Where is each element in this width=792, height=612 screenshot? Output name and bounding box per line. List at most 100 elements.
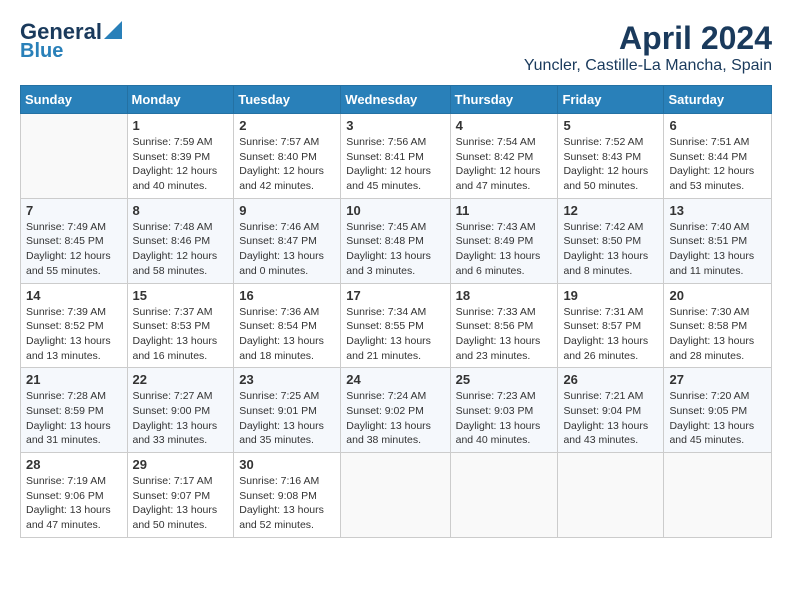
day-info: Sunrise: 7:34 AMSunset: 8:55 PMDaylight:… (346, 305, 444, 364)
day-info-line: Sunset: 8:57 PM (563, 320, 641, 332)
day-number: 13 (669, 203, 766, 218)
day-info-line: and 43 minutes. (563, 434, 638, 446)
day-info: Sunrise: 7:21 AMSunset: 9:04 PMDaylight:… (563, 389, 658, 448)
title-block: April 2024 Yuncler, Castille-La Mancha, … (524, 20, 772, 75)
calendar-day-cell: 7Sunrise: 7:49 AMSunset: 8:45 PMDaylight… (21, 198, 128, 283)
day-info-line: Sunrise: 7:33 AM (456, 306, 536, 318)
calendar-day-cell: 16Sunrise: 7:36 AMSunset: 8:54 PMDayligh… (234, 283, 341, 368)
day-info-line: and 40 minutes. (456, 434, 531, 446)
day-number: 24 (346, 372, 444, 387)
day-info-line: Sunrise: 7:28 AM (26, 390, 106, 402)
day-info-line: Sunrise: 7:43 AM (456, 221, 536, 233)
day-info-line: Daylight: 12 hours (133, 165, 218, 177)
day-info-line: and 28 minutes. (669, 350, 744, 362)
day-info-line: Sunrise: 7:52 AM (563, 136, 643, 148)
day-info-line: Daylight: 13 hours (346, 420, 431, 432)
calendar-day-cell: 15 Sunrise: 7:37 AMSunset: 8:53 PMDayligh… (127, 283, 234, 368)
day-info-line: Sunrise: 7:42 AM (563, 221, 643, 233)
day-info-line: Daylight: 13 hours (563, 335, 648, 347)
day-info-line: and 50 minutes. (133, 519, 208, 531)
day-info-line: Sunrise: 7:31 AM (563, 306, 643, 318)
day-info-line: Sunset: 8:50 PM (563, 235, 641, 247)
calendar-table: SundayMondayTuesdayWednesdayThursdayFrid… (20, 85, 772, 538)
day-info-line: Daylight: 13 hours (346, 250, 431, 262)
day-info-line: Sunset: 9:03 PM (456, 405, 534, 417)
day-info: Sunrise: 7:33 AMSunset: 8:56 PMDaylight:… (456, 305, 553, 364)
day-info-line: and 50 minutes. (563, 180, 638, 192)
calendar-day-cell: 8Sunrise: 7:48 AMSunset: 8:46 PMDaylight… (127, 198, 234, 283)
day-info-line: and 13 minutes. (26, 350, 101, 362)
logo: General Blue (20, 20, 122, 62)
calendar-day-cell: 21Sunrise: 7:28 AMSunset: 8:59 PMDayligh… (21, 368, 128, 453)
day-info: Sunrise: 7:20 AMSunset: 9:05 PMDaylight:… (669, 389, 766, 448)
day-info: Sunrise: 7:46 AMSunset: 8:47 PMDaylight:… (239, 220, 335, 279)
calendar-week-row: 21Sunrise: 7:28 AMSunset: 8:59 PMDayligh… (21, 368, 772, 453)
page-header: General Blue April 2024 Yuncler, Castill… (20, 20, 772, 75)
day-info-line: Sunrise: 7:48 AM (133, 221, 213, 233)
calendar-day-cell (558, 453, 664, 538)
day-info-line: Daylight: 13 hours (669, 420, 754, 432)
day-info-line: Sunset: 8:41 PM (346, 151, 424, 163)
day-info-line: Sunrise: 7:23 AM (456, 390, 536, 402)
calendar-day-cell (341, 453, 450, 538)
day-info-line: Daylight: 13 hours (456, 250, 541, 262)
day-info-line: Daylight: 13 hours (239, 250, 324, 262)
day-info-line: Sunrise: 7:40 AM (669, 221, 749, 233)
day-info-line: Sunrise: 7:56 AM (346, 136, 426, 148)
day-info: Sunrise: 7:27 AMSunset: 9:00 PMDaylight:… (133, 389, 229, 448)
day-info-line: and 42 minutes. (239, 180, 314, 192)
day-number: 28 (26, 457, 122, 472)
day-number: 15 (133, 288, 229, 303)
day-info-line: and 21 minutes. (346, 350, 421, 362)
day-info-line: Sunset: 9:05 PM (669, 405, 747, 417)
day-info-line: Sunrise: 7:39 AM (26, 306, 106, 318)
calendar-day-cell: 4 Sunrise: 7:54 AMSunset: 8:42 PMDaylight… (450, 114, 558, 199)
calendar-day-cell: 26Sunrise: 7:21 AMSunset: 9:04 PMDayligh… (558, 368, 664, 453)
calendar-day-cell: 25Sunrise: 7:23 AMSunset: 9:03 PMDayligh… (450, 368, 558, 453)
day-info-line: Sunrise: 7:16 AM (239, 475, 319, 487)
day-info: Sunrise: 7:59 AMSunset: 8:39 PMDaylight:… (133, 135, 229, 194)
day-info-line: and 47 minutes. (456, 180, 531, 192)
calendar-day-cell (664, 453, 772, 538)
day-number: 21 (26, 372, 122, 387)
day-number: 18 (456, 288, 553, 303)
day-info-line: and 0 minutes. (239, 265, 308, 277)
day-info-line: Sunrise: 7:54 AM (456, 136, 536, 148)
day-info: Sunrise: 7:37 AMSunset: 8:53 PMDaylight:… (133, 305, 229, 364)
calendar-day-cell (21, 114, 128, 199)
day-info-line: Sunset: 9:07 PM (133, 490, 211, 502)
day-info-line: Daylight: 13 hours (669, 250, 754, 262)
calendar-day-cell: 29Sunrise: 7:17 AMSunset: 9:07 PMDayligh… (127, 453, 234, 538)
day-info: Sunrise: 7:19 AMSunset: 9:06 PMDaylight:… (26, 474, 122, 533)
day-info-line: Sunset: 8:47 PM (239, 235, 317, 247)
day-info-line: Daylight: 13 hours (456, 420, 541, 432)
day-info: Sunrise: 7:56 AMSunset: 8:41 PMDaylight:… (346, 135, 444, 194)
calendar-day-cell: 20Sunrise: 7:30 AMSunset: 8:58 PMDayligh… (664, 283, 772, 368)
day-info-line: and 31 minutes. (26, 434, 101, 446)
calendar-day-cell: 5Sunrise: 7:52 AMSunset: 8:43 PMDaylight… (558, 114, 664, 199)
day-info-line: and 45 minutes. (346, 180, 421, 192)
page-title: April 2024 (524, 20, 772, 57)
calendar-day-cell: 14Sunrise: 7:39 AMSunset: 8:52 PMDayligh… (21, 283, 128, 368)
day-info-line: Daylight: 13 hours (669, 335, 754, 347)
day-info-line: Daylight: 13 hours (563, 420, 648, 432)
day-number: 4 (456, 118, 553, 133)
day-info-line: Sunrise: 7:36 AM (239, 306, 319, 318)
day-info-line: Sunset: 8:39 PM (133, 151, 211, 163)
calendar-day-cell: 9Sunrise: 7:46 AMSunset: 8:47 PMDaylight… (234, 198, 341, 283)
day-info-line: Sunrise: 7:49 AM (26, 221, 106, 233)
day-number: 12 (563, 203, 658, 218)
calendar-day-cell: 23Sunrise: 7:25 AMSunset: 9:01 PMDayligh… (234, 368, 341, 453)
day-of-week-header: Friday (558, 86, 664, 114)
day-info-line: Daylight: 13 hours (239, 420, 324, 432)
day-info: Sunrise: 7:43 AMSunset: 8:49 PMDaylight:… (456, 220, 553, 279)
day-info: Sunrise: 7:54 AMSunset: 8:42 PMDaylight:… (456, 135, 553, 194)
day-info-line: and 47 minutes. (26, 519, 101, 531)
calendar-day-cell: 3Sunrise: 7:56 AMSunset: 8:41 PMDaylight… (341, 114, 450, 199)
day-info-line: Daylight: 12 hours (26, 250, 111, 262)
day-info-line: and 23 minutes. (456, 350, 531, 362)
day-info-line: Sunrise: 7:25 AM (239, 390, 319, 402)
day-info-line: Daylight: 13 hours (133, 504, 218, 516)
day-number: 3 (346, 118, 444, 133)
day-info-line: and 35 minutes. (239, 434, 314, 446)
